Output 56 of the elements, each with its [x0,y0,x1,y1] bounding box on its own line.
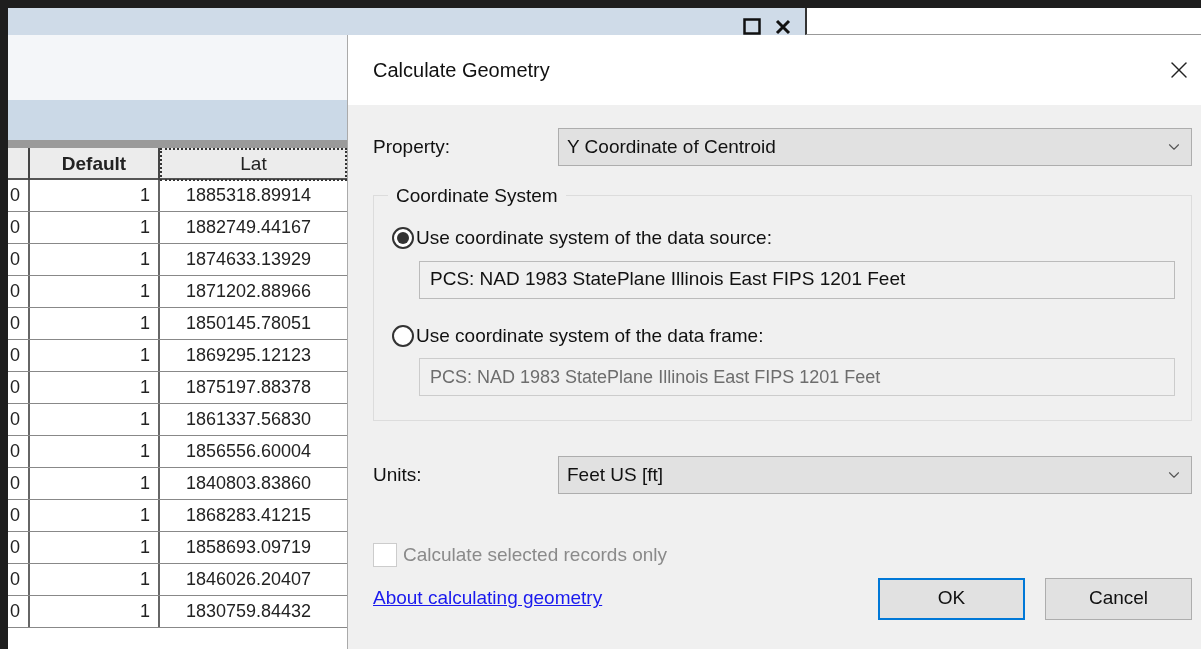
table-cell-text: 1875197.88378 [185,376,313,399]
table-cell-text: 1885318.89914 [185,184,313,207]
table-cell: 1 [30,596,160,627]
property-dropdown[interactable]: Y Coordinate of Centroid [558,128,1192,166]
table-cell: 1 [30,500,160,531]
table-cell-text: 1850145.78051 [185,312,313,335]
units-dropdown[interactable]: Feet US [ft] [558,456,1192,494]
table-cell: 0 [8,404,30,435]
table-cell: 0 [8,468,30,499]
table-cell: 0 [8,244,30,275]
table-cell-text: 1868283.41215 [185,504,313,527]
table-cell: 1 [30,468,160,499]
table-cell-text: 1840803.83860 [185,472,313,495]
table-cell-text: 1874633.13929 [185,248,313,271]
table-cell: 1 [30,308,160,339]
table-cell: 0 [8,340,30,371]
table-cell-text: 1856556.60004 [185,440,313,463]
radio-button[interactable] [392,227,414,250]
table-cell: 1 [30,180,160,211]
table-cell-text: 1846026.20407 [185,568,313,591]
table-cell-text: 1861337.56830 [185,408,313,431]
table-cell: 0 [8,532,30,563]
radio-label[interactable]: Use coordinate system of the data source: [416,224,772,253]
table-cell-text: 1871202.88966 [185,280,313,303]
dialog-button[interactable]: OK [878,577,1025,620]
column-header[interactable]: Default [30,148,160,181]
table-cell: 0 [8,180,30,211]
table-cell-text: 1882749.44167 [185,216,313,239]
table-cell: 1 [30,532,160,563]
table-cell: 0 [8,500,30,531]
table-cell-text: 1869295.12123 [185,344,313,367]
table-cell: 1 [30,436,160,467]
table-cell: 0 [8,212,30,243]
maximize-icon[interactable] [743,18,761,35]
table-cell-text: 1830759.84432 [185,600,313,623]
table-cell: 1 [30,564,160,595]
close-icon[interactable] [775,19,791,35]
text-field[interactable]: PCS: NAD 1983 StatePlane Illinois East FIPS 1201 Feet [419,260,1175,299]
table-cell: 0 [8,276,30,307]
table-cell: 1 [30,340,160,371]
field-label: Units: [373,462,423,487]
dialog-title: Calculate Geometry [373,58,550,83]
table-cell: 0 [8,564,30,595]
table-cell: 0 [8,436,30,467]
table-cell: 1 [30,212,160,243]
field-label: Property: [373,134,452,159]
dialog-button[interactable]: Cancel [1045,577,1192,620]
table-cell: 0 [8,372,30,403]
table-cell: 0 [8,308,30,339]
table-cell: 1 [30,276,160,307]
help-link[interactable]: About calculating geometry [373,584,603,613]
table-cell: 1 [30,404,160,435]
table-cell: 0 [8,596,30,627]
table-cell: 1 [30,372,160,403]
table-cell-text: 1858693.09719 [185,536,313,559]
table-cell: 1 [30,244,160,275]
